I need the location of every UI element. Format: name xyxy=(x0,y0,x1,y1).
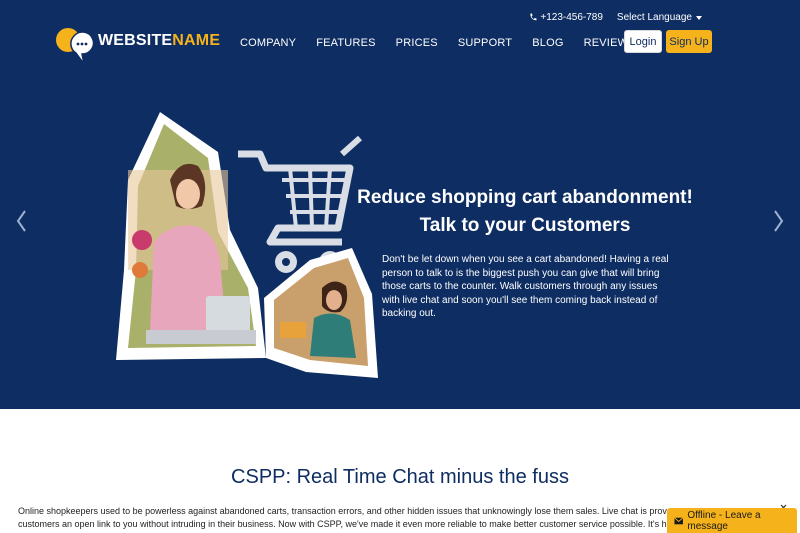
slider-next-button[interactable] xyxy=(772,208,786,234)
nav-item-prices[interactable]: PRICES xyxy=(396,37,438,49)
offline-chat-widget[interactable]: Offline - Leave a message xyxy=(667,508,797,533)
hero-illustration xyxy=(110,110,390,390)
nav-item-support[interactable]: SUPPORT xyxy=(458,37,512,49)
nav-item-company[interactable]: COMPANY xyxy=(240,37,296,49)
language-select[interactable]: Select Language xyxy=(617,12,702,23)
signup-button[interactable]: Sign Up xyxy=(666,30,712,53)
hero-title-line2: Talk to your Customers xyxy=(419,215,631,236)
nav-item-blog[interactable]: BLOG xyxy=(532,37,563,49)
hero-description-line: backing out. xyxy=(382,308,436,319)
hero-description-line: those carts to the counter. Walk custome… xyxy=(382,281,658,292)
chevron-right-icon xyxy=(774,210,784,232)
phone-number: +123-456-789 xyxy=(540,12,603,23)
logo-text: WEBSITENAME xyxy=(98,32,220,50)
nav-item-review[interactable]: REVIEW xyxy=(584,37,629,49)
hero-description: Don't be let down when you see a cart ab… xyxy=(382,253,672,321)
hero-description-line: person to talk to is the biggest push yo… xyxy=(382,267,660,279)
logo[interactable]: WEBSITENAME xyxy=(54,18,220,65)
hero-description-line: with live chat and soon you'll see them … xyxy=(382,294,658,306)
hero-title-line1: Reduce shopping cart abandonment! xyxy=(357,187,693,208)
section-title: CSPP: Real Time Chat minus the fuss xyxy=(231,466,569,488)
language-select-label: Select Language xyxy=(616,12,692,23)
phone-icon xyxy=(530,13,537,21)
logo-text-part2: NAME xyxy=(172,32,221,49)
utility-bar: +123-456-789 Select Language xyxy=(529,12,702,23)
envelope-icon xyxy=(674,516,684,524)
caret-down-icon xyxy=(696,15,702,20)
chevron-left-icon xyxy=(16,210,26,232)
agent-photo xyxy=(116,112,266,360)
phone-contact[interactable]: +123-456-789 xyxy=(529,12,603,23)
slider-prev-button[interactable] xyxy=(14,208,28,234)
logo-text-part1: WEBSITE xyxy=(98,32,173,49)
main-nav: COMPANY FEATURES PRICES SUPPORT BLOG REV… xyxy=(240,37,648,49)
chat-widget-label: Offline - Leave a message xyxy=(687,509,761,532)
chat-bubble-logo-icon xyxy=(54,18,96,65)
nav-item-features[interactable]: FEATURES xyxy=(316,37,375,49)
login-button[interactable]: Login xyxy=(624,30,662,53)
hero-banner: WEBSITENAME +123-456-789 Select Language… xyxy=(0,0,800,409)
hero-title: Reduce shopping cart abandonment! Talk t… xyxy=(340,184,710,240)
hero-description-line: Don't be let down when you see a cart ab… xyxy=(382,254,669,265)
